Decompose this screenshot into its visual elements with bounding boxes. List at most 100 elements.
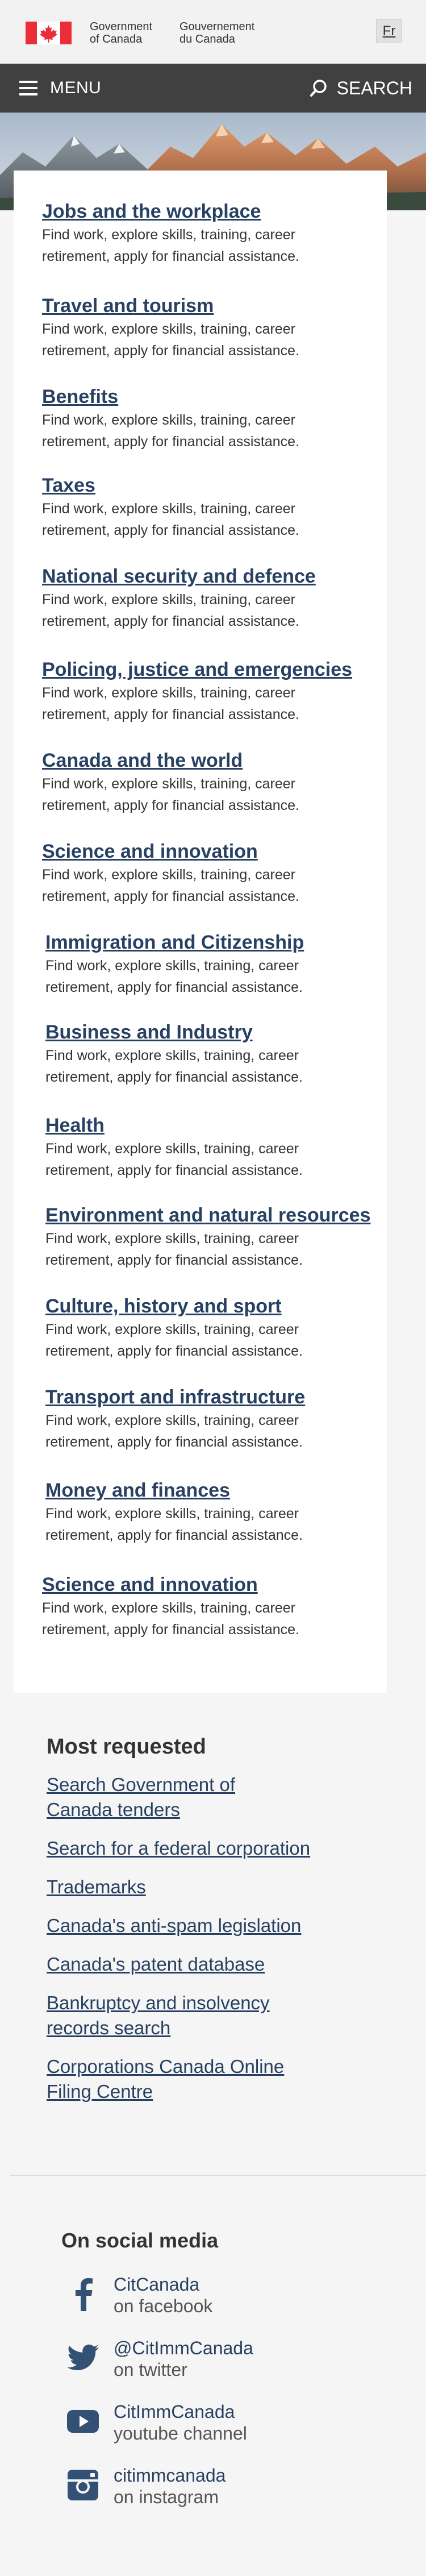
most-requested-heading: Most requested <box>47 1735 206 1759</box>
topic-item: Science and innovation Find work, explor… <box>42 840 383 907</box>
canada-flag-icon[interactable] <box>26 22 72 44</box>
social-handle[interactable]: @CitImmCanada <box>114 2337 379 2359</box>
social-media-heading: On social media <box>61 2229 219 2252</box>
topic-link[interactable]: Travel and tourism <box>42 294 383 317</box>
topic-item: National security and defence Find work,… <box>42 565 383 632</box>
topic-description-line1: Find work, explore skills, training, car… <box>45 1231 299 1247</box>
topic-description-line1: Find work, explore skills, training, car… <box>42 321 295 337</box>
topic-description-line1: Find work, explore skills, training, car… <box>45 1048 299 1063</box>
most-requested-link[interactable]: Bankruptcy and insolvency records search <box>47 1991 365 2041</box>
topic-description-line1: Find work, explore skills, training, car… <box>42 501 295 517</box>
topic-item: Policing, justice and emergencies Find w… <box>42 658 383 725</box>
topic-link[interactable]: Money and finances <box>45 1479 386 1502</box>
youtube-icon <box>66 2404 100 2438</box>
topic-link[interactable]: Taxes <box>42 474 383 497</box>
instagram-icon <box>66 2468 100 2502</box>
topic-description-line2: retirement, apply for financial assistan… <box>42 613 299 629</box>
topics-card: Jobs and the workplace Find work, explor… <box>14 171 387 1693</box>
most-requested-link-line1: Corporations Canada Online <box>47 2056 285 2077</box>
social-handle[interactable]: CitImmCanada <box>114 2401 379 2423</box>
topic-description-line2: retirement, apply for financial assistan… <box>45 1434 303 1450</box>
topic-description-line2: retirement, apply for financial assistan… <box>42 434 299 450</box>
topic-description: Find work, explore skills, training, car… <box>45 1410 386 1453</box>
topic-item: Science and innovation Find work, explor… <box>42 1573 383 1640</box>
most-requested-link-line1: Search Government of <box>47 1774 235 1795</box>
most-requested-section: Most requested Search Government of Canad… <box>47 1734 365 2118</box>
topic-description-line1: Find work, explore skills, training, car… <box>42 685 295 701</box>
topic-description-line1: Find work, explore skills, training, car… <box>42 776 295 792</box>
topic-description: Find work, explore skills, training, car… <box>42 318 383 362</box>
topic-link[interactable]: Transport and infrastructure <box>45 1386 386 1409</box>
search-icon <box>310 80 327 97</box>
topic-description: Find work, explore skills, training, car… <box>42 224 383 267</box>
topic-link[interactable]: Science and innovation <box>42 1573 383 1596</box>
social-media-section: On social media CitCanada on facebook @C… <box>61 2228 379 2528</box>
social-handle[interactable]: CitCanada <box>114 2274 379 2295</box>
topic-description-line2: retirement, apply for financial assistan… <box>42 797 299 813</box>
social-subtitle: on facebook <box>114 2296 213 2316</box>
topic-description-line2: retirement, apply for financial assistan… <box>42 343 299 359</box>
most-requested-link[interactable]: Corporations Canada Online Filing Centre <box>47 2054 365 2104</box>
navigation-bar: MENU SEARCH <box>0 64 426 113</box>
social-item-facebook[interactable]: CitCanada on facebook <box>61 2274 379 2337</box>
topic-description: Find work, explore skills, training, car… <box>45 1045 386 1088</box>
search-button[interactable]: SEARCH <box>310 64 412 113</box>
topic-description: Find work, explore skills, training, car… <box>42 1597 383 1640</box>
topic-link[interactable]: Science and innovation <box>42 840 383 863</box>
most-requested-link[interactable]: Trademarks <box>47 1875 365 1900</box>
topic-description-line1: Find work, explore skills, training, car… <box>42 1600 295 1616</box>
most-requested-link[interactable]: Canada's patent database <box>47 1952 365 1977</box>
topic-description-line2: retirement, apply for financial assistan… <box>45 979 303 995</box>
menu-button[interactable]: MENU <box>19 64 101 113</box>
topic-description-line2: retirement, apply for financial assistan… <box>45 1527 303 1543</box>
topic-description: Find work, explore skills, training, car… <box>42 864 383 907</box>
topic-description: Find work, explore skills, training, car… <box>45 955 386 998</box>
topic-link[interactable]: Business and Industry <box>45 1021 386 1044</box>
wordmark-fr-line2: du Canada <box>179 33 235 45</box>
topic-item: Immigration and Citizenship Find work, e… <box>45 931 386 998</box>
topic-link[interactable]: Canada and the world <box>42 749 383 772</box>
topic-description-line1: Find work, explore skills, training, car… <box>45 958 299 974</box>
topic-description-line1: Find work, explore skills, training, car… <box>45 1141 299 1157</box>
topic-item: Environment and natural resources Find w… <box>45 1204 386 1271</box>
search-label: SEARCH <box>336 77 412 98</box>
social-item-twitter[interactable]: @CitImmCanada on twitter <box>61 2337 379 2401</box>
topic-link[interactable]: Immigration and Citizenship <box>45 931 386 954</box>
topic-description-line2: retirement, apply for financial assistan… <box>42 707 299 722</box>
wordmark-en-line1: Government <box>90 20 153 33</box>
social-subtitle: on instagram <box>114 2487 219 2507</box>
topic-item: Culture, history and sport Find work, ex… <box>45 1295 386 1362</box>
site-header: Government of Canada Gouvernement du Can… <box>0 0 426 64</box>
hamburger-icon <box>19 81 37 95</box>
topic-link[interactable]: Environment and natural resources <box>45 1204 386 1227</box>
section-divider <box>10 2175 426 2176</box>
topic-description-line2: retirement, apply for financial assistan… <box>42 1622 299 1638</box>
most-requested-link-line2: Canada tenders <box>47 1799 180 1820</box>
topic-description: Find work, explore skills, training, car… <box>45 1228 386 1271</box>
language-toggle-button[interactable]: Fr <box>376 19 402 43</box>
topic-item: Health Find work, explore skills, traini… <box>45 1114 386 1181</box>
topic-link[interactable]: Health <box>45 1114 386 1137</box>
topic-description-line1: Find work, explore skills, training, car… <box>42 412 295 428</box>
most-requested-link[interactable]: Search for a federal corporation <box>47 1836 365 1861</box>
topic-description-line2: retirement, apply for financial assistan… <box>45 1343 303 1359</box>
topic-description-line2: retirement, apply for financial assistan… <box>45 1252 303 1268</box>
topic-link[interactable]: National security and defence <box>42 565 383 588</box>
topic-link[interactable]: Policing, justice and emergencies <box>42 658 383 681</box>
topic-description-line1: Find work, explore skills, training, car… <box>42 227 295 243</box>
topic-link[interactable]: Jobs and the workplace <box>42 200 383 223</box>
wordmark-en-line2: of Canada <box>90 33 143 45</box>
topic-link[interactable]: Benefits <box>42 385 383 408</box>
most-requested-link[interactable]: Canada's anti-spam legislation <box>47 1913 365 1938</box>
social-item-youtube[interactable]: CitImmCanada youtube channel <box>61 2401 379 2465</box>
topic-link[interactable]: Culture, history and sport <box>45 1295 386 1318</box>
topic-description: Find work, explore skills, training, car… <box>45 1503 386 1546</box>
topic-description-line2: retirement, apply for financial assistan… <box>45 1162 303 1178</box>
topic-description-line1: Find work, explore skills, training, car… <box>45 1412 299 1428</box>
topic-description: Find work, explore skills, training, car… <box>45 1319 386 1362</box>
most-requested-link[interactable]: Search Government of Canada tenders <box>47 1772 365 1822</box>
topic-item: Travel and tourism Find work, explore sk… <box>42 294 383 362</box>
topic-description: Find work, explore skills, training, car… <box>42 589 383 632</box>
social-handle[interactable]: citimmcanada <box>114 2465 379 2486</box>
social-item-instagram[interactable]: citimmcanada on instagram <box>61 2465 379 2528</box>
